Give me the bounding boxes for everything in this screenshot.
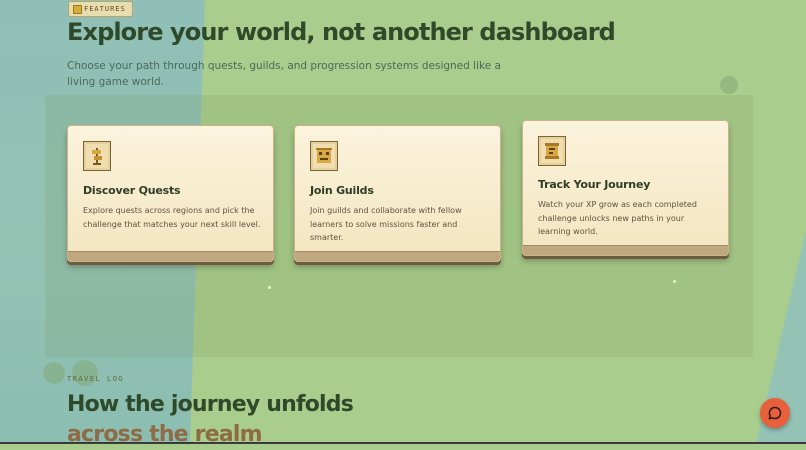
feature-card-title: Track Your Journey <box>538 178 651 191</box>
feature-card-title: Join Guilds <box>310 184 374 197</box>
feature-card-description: Join guilds and collaborate with fellow … <box>310 206 462 242</box>
features-eyebrow-badge: FEATURES <box>68 1 133 17</box>
page-subtitle: Choose your path through quests, guilds,… <box>67 60 501 88</box>
travel-log-eyebrow: TRAVEL LOG <box>67 375 125 383</box>
badge-square-icon <box>73 4 82 14</box>
card-footer <box>523 245 728 255</box>
decor-bubble <box>43 362 65 384</box>
feature-card-discover-quests[interactable]: Discover Quests Explore quests across re… <box>67 125 274 262</box>
guild-face-icon <box>310 141 338 171</box>
decor-sparkle <box>268 286 271 289</box>
chat-bubble-icon <box>768 406 782 420</box>
quest-signpost-icon <box>83 141 111 171</box>
feature-card-description: Explore quests across regions and pick t… <box>83 206 261 229</box>
card-footer <box>68 251 273 261</box>
journey-heading: How the journey unfolds across the realm <box>67 390 467 450</box>
decor-bubble <box>720 76 738 94</box>
decor-sparkle <box>673 280 676 283</box>
feature-card-description: Watch your XP grow as each completed cha… <box>538 200 697 236</box>
journey-title: How the journey unfolds <box>67 392 354 417</box>
journey-scroll-icon <box>538 136 566 166</box>
page-title: Explore your world, not another dashboar… <box>67 18 616 46</box>
feature-card-title: Discover Quests <box>83 184 181 197</box>
feature-card-join-guilds[interactable]: Join Guilds Join guilds and collaborate … <box>294 125 501 262</box>
journey-title-accent: across the realm <box>67 422 263 447</box>
background-right-edge <box>756 230 806 444</box>
features-eyebrow-label: FEATURES <box>84 5 126 13</box>
feature-card-track-journey[interactable]: Track Your Journey Watch your XP grow as… <box>522 120 729 256</box>
chat-button[interactable] <box>760 398 790 428</box>
card-footer <box>295 251 500 261</box>
